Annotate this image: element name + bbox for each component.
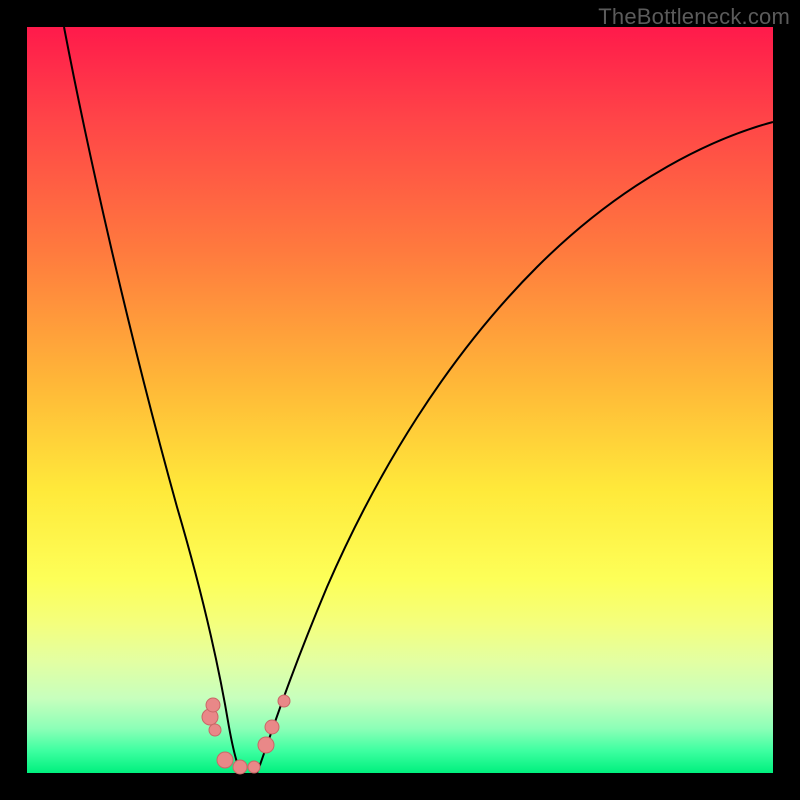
curve-left — [64, 27, 241, 773]
marker-dots — [202, 695, 290, 774]
plot-area — [27, 27, 773, 773]
chart-frame: TheBottleneck.com — [0, 0, 800, 800]
watermark-text: TheBottleneck.com — [598, 4, 790, 30]
curve-right — [257, 122, 773, 773]
curve-svg — [27, 27, 773, 773]
